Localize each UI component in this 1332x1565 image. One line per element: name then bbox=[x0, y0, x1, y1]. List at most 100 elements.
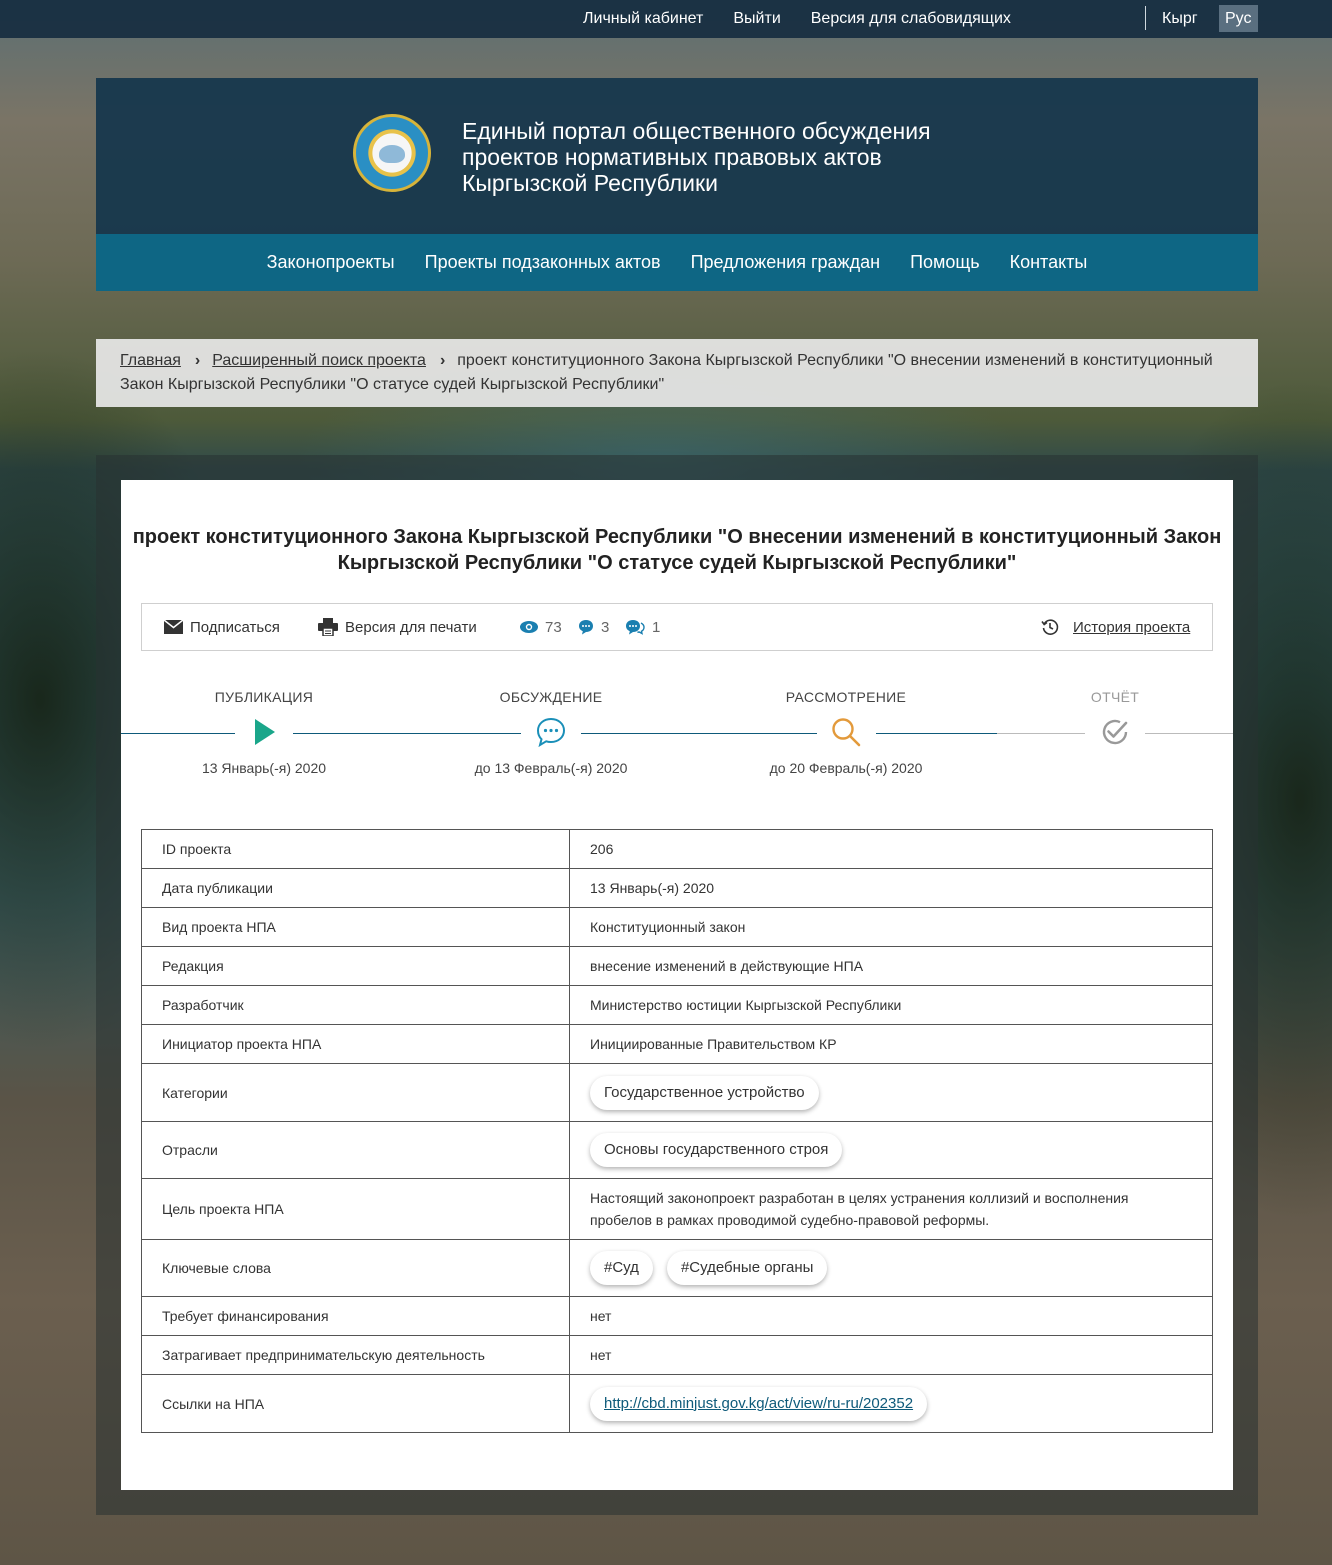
subscribe-label: Подписаться bbox=[190, 618, 280, 636]
npa-link-chip: http://cbd.minjust.gov.kg/act/view/ru-ru… bbox=[590, 1386, 928, 1421]
comments-icon bbox=[625, 619, 645, 635]
lang-russian[interactable]: Рус bbox=[1219, 5, 1258, 32]
row-label: ID проекта bbox=[141, 829, 570, 869]
row-label: Вид проекта НПА bbox=[141, 907, 570, 947]
project-toolbar: Подписаться Версия для печати 73 3 1 Ист… bbox=[141, 603, 1213, 651]
row-value: Конституционный закон bbox=[569, 907, 1213, 947]
timeline-line bbox=[1145, 733, 1233, 734]
row-value: 13 Январь(-я) 2020 bbox=[569, 868, 1213, 908]
table-row: ID проекта 206 bbox=[141, 829, 1213, 869]
nav-contacts[interactable]: Контакты bbox=[1010, 252, 1088, 273]
breadcrumb-search[interactable]: Расширенный поиск проекта bbox=[212, 352, 426, 369]
timeline-date-review: до 20 Февраль(-я) 2020 bbox=[769, 760, 923, 776]
site-title-line: Единый портал общественного обсуждения bbox=[462, 118, 931, 144]
nav-bylaws[interactable]: Проекты подзаконных актов bbox=[425, 252, 661, 273]
site-title[interactable]: Единый портал общественного обсуждения п… bbox=[462, 118, 1062, 196]
row-label: Затрагивает предпринимательскую деятельн… bbox=[141, 1335, 570, 1375]
site-title-line: проектов нормативных правовых актов bbox=[462, 144, 882, 170]
keyword-tag[interactable]: #Судебные органы bbox=[666, 1251, 828, 1285]
row-label: Разработчик bbox=[141, 985, 570, 1025]
lang-kyrgyz[interactable]: Кырг bbox=[1156, 5, 1204, 32]
nav-bills[interactable]: Законопроекты bbox=[267, 252, 395, 273]
nav-help[interactable]: Помощь bbox=[910, 252, 980, 273]
row-value: 206 bbox=[569, 829, 1213, 869]
row-label: Требует финансирования bbox=[141, 1296, 570, 1336]
site-title-line: Кыргызской Республики bbox=[462, 170, 718, 196]
project-title: проект конституционного Закона Кыргызско… bbox=[121, 524, 1233, 576]
category-tag[interactable]: Государственное устройство bbox=[590, 1075, 819, 1110]
row-label: Редакция bbox=[141, 946, 570, 986]
row-label: Отрасли bbox=[141, 1121, 570, 1179]
timeline-date-publication: 13 Январь(-я) 2020 bbox=[201, 760, 327, 776]
low-vision-link[interactable]: Версия для слабовидящих bbox=[811, 10, 1011, 28]
search-icon bbox=[829, 715, 863, 749]
history-icon bbox=[1041, 618, 1059, 636]
cabinet-link[interactable]: Личный кабинет bbox=[583, 10, 703, 28]
chevron-right-icon: › bbox=[194, 352, 201, 369]
row-value: Государственное устройство bbox=[569, 1063, 1213, 1122]
envelope-icon bbox=[164, 620, 183, 634]
eye-icon bbox=[520, 621, 538, 633]
branch-tag[interactable]: Основы государственного строя bbox=[590, 1133, 843, 1167]
row-value: Инициированные Правительством КР bbox=[569, 1024, 1213, 1064]
row-value: нет bbox=[569, 1335, 1213, 1375]
goal-line: Настоящий законопроект разработан в целя… bbox=[590, 1190, 1129, 1206]
goal-line: пробелов в рамках проводимой судебно-пра… bbox=[590, 1212, 990, 1228]
table-row: Требует финансирования нет bbox=[141, 1296, 1213, 1336]
chevron-right-icon: › bbox=[439, 352, 446, 369]
row-label: Категории bbox=[141, 1063, 570, 1122]
table-row: Категории Государственное устройство bbox=[141, 1063, 1213, 1122]
project-title-line: Кыргызской Республики "О статусе судей К… bbox=[337, 552, 1017, 574]
timeline-line bbox=[581, 733, 817, 734]
history-label[interactable]: История проекта bbox=[1073, 619, 1190, 636]
timeline-line bbox=[997, 733, 1085, 734]
table-row: Вид проекта НПА Конституционный закон bbox=[141, 907, 1213, 947]
project-title-line: проект конституционного Закона Кыргызско… bbox=[132, 526, 1222, 548]
row-label: Ссылки на НПА bbox=[141, 1374, 570, 1433]
table-row: Разработчик Министерство юстиции Кыргызс… bbox=[141, 985, 1213, 1025]
table-row: Ссылки на НПА http://cbd.minjust.gov.kg/… bbox=[141, 1374, 1213, 1433]
project-history-link[interactable]: История проекта bbox=[1041, 604, 1190, 650]
proposals-counter: 1 bbox=[625, 604, 660, 650]
comments-count: 3 bbox=[601, 618, 610, 636]
row-label: Ключевые слова bbox=[141, 1239, 570, 1297]
row-value: нет bbox=[569, 1296, 1213, 1336]
proposals-count: 1 bbox=[652, 618, 661, 636]
row-label: Дата публикации bbox=[141, 868, 570, 908]
nav-citizen-proposals[interactable]: Предложения граждан bbox=[691, 252, 880, 273]
breadcrumb-home[interactable]: Главная bbox=[120, 352, 181, 369]
comments-counter: 3 bbox=[578, 604, 609, 650]
table-row: Дата публикации 13 Январь(-я) 2020 bbox=[141, 868, 1213, 908]
printer-icon bbox=[318, 618, 338, 636]
play-icon bbox=[247, 715, 281, 749]
top-divider bbox=[1145, 6, 1146, 30]
top-links: Личный кабинет Выйти Версия для слабовид… bbox=[583, 0, 1041, 38]
table-row: Цель проекта НПА Настоящий законопроект … bbox=[141, 1178, 1213, 1240]
row-value: Настоящий законопроект разработан в целя… bbox=[569, 1178, 1213, 1240]
row-label: Цель проекта НПА bbox=[141, 1178, 570, 1240]
table-row: Отрасли Основы государственного строя bbox=[141, 1121, 1213, 1179]
timeline-label-publication: ПУБЛИКАЦИЯ bbox=[214, 689, 314, 705]
state-emblem-icon[interactable] bbox=[353, 114, 431, 192]
table-row: Инициатор проекта НПА Инициированные Пра… bbox=[141, 1024, 1213, 1064]
table-row: Затрагивает предпринимательскую деятельн… bbox=[141, 1335, 1213, 1375]
print-version-button[interactable]: Версия для печати bbox=[318, 604, 477, 650]
timeline-date-discussion: до 13 Февраль(-я) 2020 bbox=[474, 760, 628, 776]
top-bar: Личный кабинет Выйти Версия для слабовид… bbox=[0, 0, 1332, 38]
subscribe-button[interactable]: Подписаться bbox=[164, 604, 280, 650]
row-value: Основы государственного строя bbox=[569, 1121, 1213, 1179]
breadcrumb: Главная › Расширенный поиск проекта › проект… bbox=[96, 339, 1258, 407]
check-circle-icon bbox=[1098, 715, 1132, 749]
keyword-tag[interactable]: #Суд bbox=[590, 1251, 653, 1285]
views-counter: 73 bbox=[520, 604, 562, 650]
print-label: Версия для печати bbox=[345, 618, 477, 636]
timeline-line bbox=[876, 733, 997, 734]
timeline-label-discussion: ОБСУЖДЕНИЕ bbox=[499, 689, 603, 705]
table-row: Редакция внесение изменений в действующи… bbox=[141, 946, 1213, 986]
table-row: Ключевые слова #Суд #Судебные органы bbox=[141, 1239, 1213, 1297]
project-info-table: ID проекта 206 Дата публикации 13 Январь… bbox=[141, 829, 1213, 1433]
timeline-label-review: РАССМОТРЕНИЕ bbox=[785, 689, 907, 705]
npa-link[interactable]: http://cbd.minjust.gov.kg/act/view/ru-ru… bbox=[604, 1395, 913, 1412]
row-value: Министерство юстиции Кыргызской Республи… bbox=[569, 985, 1213, 1025]
logout-link[interactable]: Выйти bbox=[733, 10, 780, 28]
